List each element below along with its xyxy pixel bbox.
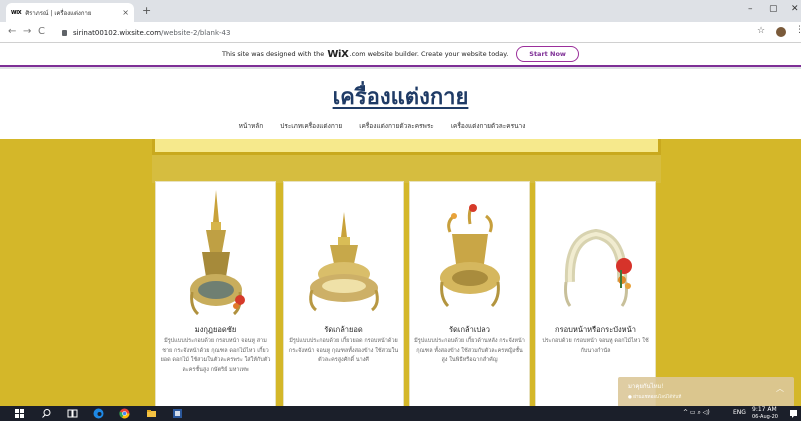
clock-date[interactable]: 06-Aug-20 <box>752 414 778 420</box>
browser-tab[interactable]: WIX ศิราภรณ์ | เครื่องแต่งกาย × <box>6 3 134 22</box>
product-title: มงกุฎยอดชัย <box>194 325 237 334</box>
browser-menu-icon[interactable]: ⋮ <box>795 25 801 35</box>
tab-close-icon[interactable]: × <box>122 8 129 17</box>
windows-start-icon[interactable] <box>14 408 25 419</box>
reload-icon[interactable]: C <box>38 26 45 37</box>
task-view-icon[interactable] <box>67 408 78 419</box>
extension-icon[interactable] <box>776 27 786 37</box>
word-app-icon[interactable] <box>172 408 183 419</box>
search-icon[interactable] <box>41 408 52 419</box>
notification-icon[interactable] <box>788 408 799 419</box>
crown-mongkut-image <box>190 190 245 316</box>
product-description: มีรูปแบบประกอบด้วย เกี้ยวด้านหลัง กระจัง… <box>414 338 525 363</box>
banner-text-after: .com website builder. Create your websit… <box>349 50 509 58</box>
nav-item-home[interactable]: หน้าหลัก <box>236 121 264 131</box>
product-description: มีรูปแบบประกอบด้วย กรอบหน้า จอนหู สามชาย… <box>160 338 271 373</box>
new-tab-button[interactable]: + <box>142 4 151 17</box>
os-taskbar: ^ ▭ ⌕ ◁) ENG 9:17 AM 06-Aug-20 <box>0 406 801 421</box>
top-content-box <box>152 139 661 155</box>
chrome-browser-icon[interactable] <box>119 408 130 419</box>
tray-icons[interactable]: ^ ▭ ⌕ ◁) <box>683 409 710 417</box>
lock-icon <box>62 29 67 36</box>
site-nav: หน้าหลัก ประเภทเครื่องแต่งกาย เครื่องแต่… <box>0 121 801 131</box>
nav-item-female-costumes[interactable]: เครื่องแต่งกายตัวละครนาง <box>448 121 526 131</box>
headband-krob-na-image <box>564 228 632 307</box>
chat-widget-title: มาคุยกันไหม! <box>628 383 664 390</box>
main-content: มงกุฎยอดชัย มีรูปแบบประกอบด้วย กรอบหน้า … <box>0 139 801 411</box>
product-description: ประกอบด้วย กรอบหน้า จอนหู ดอกไม้ไหว ใช้ก… <box>542 338 649 354</box>
address-bar: ← → C sirinat00102.wixsite.com/website-2… <box>0 22 801 43</box>
url-domain: sirinat00102.wixsite.com <box>73 28 162 37</box>
crown-ratklao-yot-image <box>309 212 379 312</box>
back-arrow-icon[interactable]: ← <box>8 26 16 37</box>
start-now-button[interactable]: Start Now <box>516 46 579 62</box>
clock-time[interactable]: 9:17 AM <box>752 406 777 413</box>
language-indicator[interactable]: ENG <box>733 409 746 416</box>
bookmark-star-icon[interactable]: ☆ <box>757 26 765 36</box>
product-description: มีรูปแบบประกอบด้วย เกี้ยวยอด กรอบหน้าด้ว… <box>288 338 399 363</box>
site-header: เครื่องแต่งกาย หน้าหลัก ประเภทเครื่องแต่… <box>0 69 801 139</box>
chat-widget-subtitle: ● ผ่านแชทออนไลน์ได้ทันที <box>628 395 682 400</box>
product-card[interactable]: มงกุฎยอดชัย มีรูปแบบประกอบด้วย กรอบหน้า … <box>155 181 276 411</box>
tab-title: ศิราภรณ์ | เครื่องแต่งกาย <box>25 9 92 17</box>
nav-item-costume-types[interactable]: ประเภทเครื่องแต่งกาย <box>277 121 342 131</box>
edge-browser-icon[interactable] <box>93 408 104 419</box>
wix-favicon-icon: WIX <box>11 9 22 16</box>
site-title[interactable]: เครื่องแต่งกาย <box>0 79 801 114</box>
window-maximize-button[interactable]: ▢ <box>769 4 778 14</box>
nav-item-male-costumes[interactable]: เครื่องแต่งกายตัวละครพระ <box>356 121 434 131</box>
product-title: รัดเกล้ายอด <box>324 325 363 334</box>
product-title: รัดเกล้าเปลว <box>449 325 490 334</box>
url-path: /website-2/blank-43 <box>161 28 231 37</box>
section-stripe <box>152 155 661 183</box>
window-close-button[interactable]: ✕ <box>791 4 799 14</box>
browser-tab-bar: WIX ศิราภรณ์ | เครื่องแต่งกาย × + – ▢ ✕ <box>0 0 801 22</box>
wix-promo-banner: This site was designed with the WiX .com … <box>0 43 801 67</box>
file-explorer-icon[interactable] <box>146 408 157 419</box>
forward-arrow-icon[interactable]: → <box>23 26 31 37</box>
window-minimize-button[interactable]: – <box>748 4 753 14</box>
chevron-up-icon[interactable]: ︿ <box>776 383 784 394</box>
product-card[interactable]: รัดเกล้ายอด มีรูปแบบประกอบด้วย เกี้ยวยอด… <box>283 181 404 411</box>
url-input[interactable]: sirinat00102.wixsite.com/website-2/blank… <box>58 25 748 40</box>
banner-text-before: This site was designed with the <box>222 50 325 58</box>
product-title: กรอบหน้าหรือกระบังหน้า <box>555 325 636 334</box>
product-card[interactable]: รัดเกล้าเปลว มีรูปแบบประกอบด้วย เกี้ยวด้… <box>409 181 530 411</box>
crown-ratklao-pleo-image <box>440 204 500 308</box>
chat-widget[interactable]: มาคุยกันไหม! ● ผ่านแชทออนไลน์ได้ทันที ︿ <box>618 377 794 407</box>
wix-logo: WiX <box>327 48 349 60</box>
